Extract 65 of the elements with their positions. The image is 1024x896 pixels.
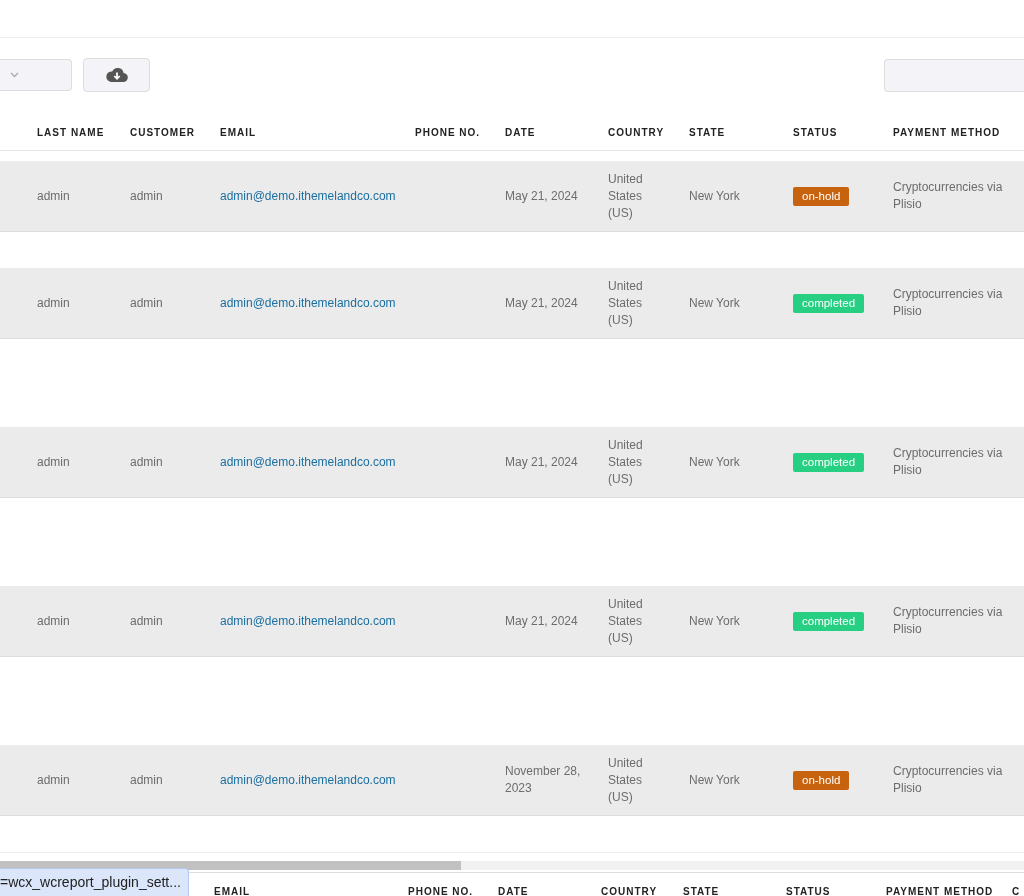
scrollbar-thumb[interactable] — [0, 861, 461, 870]
table-cell-text: admin — [37, 453, 71, 471]
column-header: LAST NAME — [37, 127, 106, 138]
column-header: PHONE NO. — [415, 127, 482, 138]
table-cell-text: November 28, 2023 — [505, 763, 582, 797]
column-header: COUNTRY — [601, 885, 659, 896]
table-cell-text: United States (US) — [608, 277, 644, 329]
column-header: STATUS — [786, 885, 832, 896]
column-header: PAYMENT METHOD — [886, 885, 995, 896]
table-cell-text: May 21, 2024 — [505, 294, 579, 312]
table-cell-text: New York — [689, 771, 741, 789]
table-cell-text: United States (US) — [608, 170, 644, 222]
email-link[interactable]: admin@demo.ithemelandco.com — [220, 295, 396, 310]
status-badge: completed — [793, 293, 865, 313]
search-field[interactable] — [884, 58, 1024, 92]
table-cell-text: Cryptocurrencies via Plisio — [893, 179, 1004, 213]
table-cell-text: admin — [130, 453, 164, 471]
column-header: DATE — [498, 885, 530, 896]
horizontal-scrollbar[interactable] — [0, 861, 1024, 870]
table-cell-text: admin — [37, 187, 71, 205]
column-header: EMAIL — [214, 885, 252, 896]
table-cell-text: admin — [130, 771, 164, 789]
column-header: C — [1012, 885, 1022, 896]
status-badge: completed — [793, 452, 865, 472]
column-header: STATE — [689, 127, 727, 138]
link-preview: =wcx_wcreport_plugin_sett... — [0, 868, 189, 896]
table-cell-text: admin — [130, 294, 164, 312]
table-cell-text: United States (US) — [608, 754, 644, 806]
column-header: STATUS — [793, 127, 839, 138]
table-cell-text: New York — [689, 453, 741, 471]
table-cell-text: New York — [689, 294, 741, 312]
table-cell-text: admin — [130, 612, 164, 630]
email-link[interactable]: admin@demo.ithemelandco.com — [220, 613, 396, 628]
status-badge: completed — [793, 611, 865, 631]
table-cell-text: admin — [130, 187, 164, 205]
table-cell-text: United States (US) — [608, 595, 644, 647]
table-cell-text: admin — [37, 612, 71, 630]
table-cell-text: Cryptocurrencies via Plisio — [893, 604, 1004, 638]
table-cell-text: New York — [689, 612, 741, 630]
table-cell-text: admin — [37, 294, 71, 312]
download-button[interactable] — [83, 58, 150, 92]
email-link[interactable]: admin@demo.ithemelandco.com — [220, 454, 396, 469]
select-field[interactable] — [0, 59, 72, 91]
table-cell-text: May 21, 2024 — [505, 187, 579, 205]
column-header: PHONE NO. — [408, 885, 475, 896]
email-link[interactable]: admin@demo.ithemelandco.com — [220, 188, 396, 203]
table-cell-text: Cryptocurrencies via Plisio — [893, 445, 1004, 479]
column-header: CUSTOMER — [130, 127, 197, 138]
table-cell-text: Cryptocurrencies via Plisio — [893, 286, 1004, 320]
column-header: EMAIL — [220, 127, 258, 138]
cloud-download-icon — [105, 67, 128, 83]
email-link[interactable]: admin@demo.ithemelandco.com — [220, 772, 396, 787]
column-header: STATE — [683, 885, 721, 896]
table-cell-text: New York — [689, 187, 741, 205]
chevron-down-icon — [10, 72, 19, 78]
status-badge: on-hold — [793, 186, 850, 206]
status-badge: on-hold — [793, 770, 850, 790]
column-header: PAYMENT METHOD — [893, 127, 1002, 138]
table-cell-text: Cryptocurrencies via Plisio — [893, 763, 1004, 797]
column-header: COUNTRY — [608, 127, 666, 138]
column-header: DATE — [505, 127, 537, 138]
table-cell-text: May 21, 2024 — [505, 453, 579, 471]
table-cell-text: United States (US) — [608, 436, 644, 488]
table-cell-text: admin — [37, 771, 71, 789]
table-cell-text: May 21, 2024 — [505, 612, 579, 630]
